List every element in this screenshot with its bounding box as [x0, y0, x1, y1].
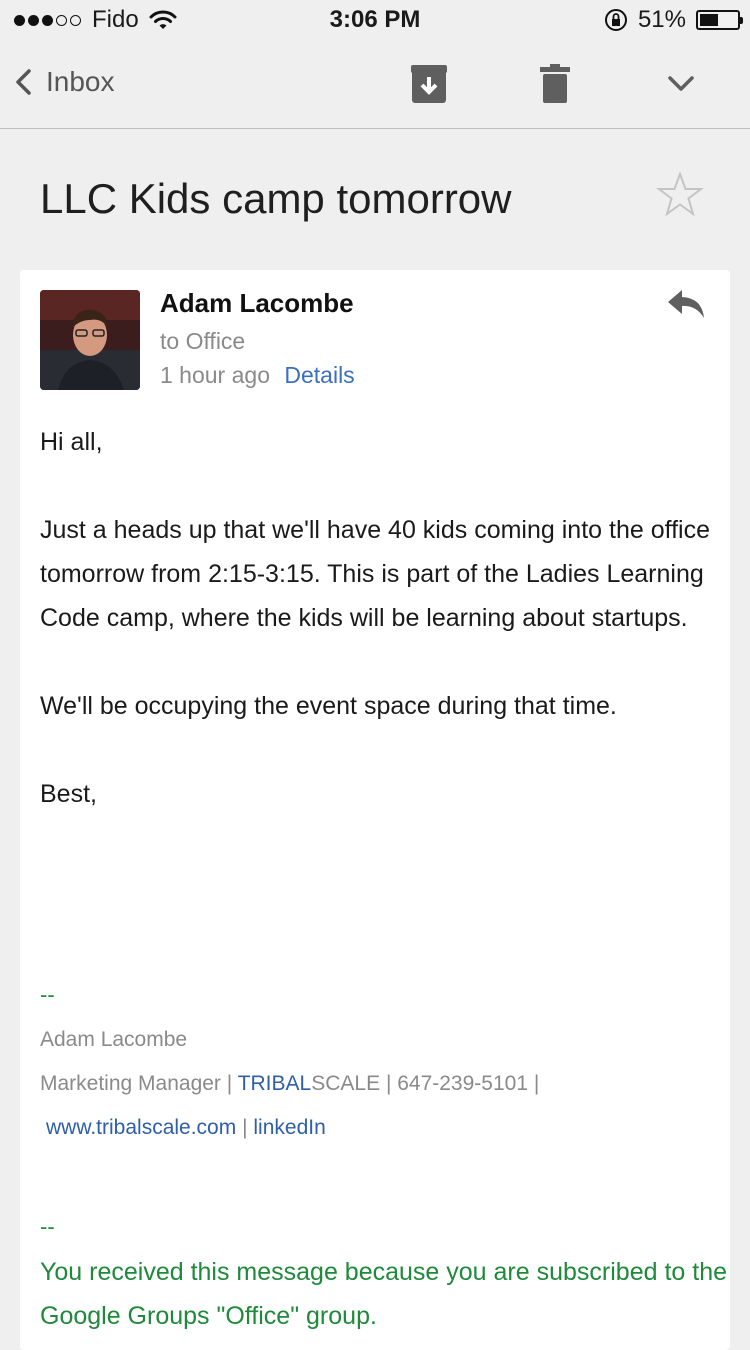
group-footer-text: You received this message because you ar… — [40, 1258, 727, 1330]
time-ago: 1 hour ago — [160, 362, 270, 388]
battery-area: 51% — [604, 6, 743, 34]
company-name-part2: SCALE — [311, 1072, 381, 1095]
star-icon[interactable] — [656, 172, 704, 218]
company-name-part1: TRIBAL — [237, 1072, 312, 1095]
back-label: Inbox — [46, 66, 115, 97]
website-link[interactable]: www.tribalscale.com — [46, 1116, 236, 1139]
battery-percent: 51% — [637, 6, 686, 33]
navigation-bar: Inbox — [0, 40, 750, 129]
signature-title: Marketing Manager | — [40, 1072, 233, 1095]
status-bar: Fido 3:06 PM 51% — [0, 0, 750, 40]
archive-icon[interactable] — [410, 64, 448, 104]
details-link[interactable]: Details — [284, 362, 354, 388]
link-separator: | — [242, 1116, 248, 1139]
body-paragraph: We'll be occupying the event space durin… — [40, 692, 617, 720]
message-body: Hi all, Just a heads up that we'll have … — [40, 420, 720, 816]
signature-separator: -- — [40, 982, 55, 1007]
message-meta: 1 hour ago Details — [160, 362, 355, 389]
footer-separator: -- — [40, 1214, 55, 1239]
orientation-lock-icon — [604, 9, 627, 31]
body-paragraph: Just a heads up that we'll have 40 kids … — [40, 516, 710, 632]
avatar[interactable] — [40, 290, 140, 390]
closing: Best, — [40, 780, 97, 808]
linkedin-link[interactable]: linkedIn — [253, 1116, 325, 1139]
battery-icon — [696, 10, 743, 30]
reply-icon[interactable] — [666, 288, 706, 320]
signature-name: Adam Lacombe — [40, 1028, 188, 1051]
message-card: Adam Lacombe to Office 1 hour ago Detail… — [20, 270, 730, 1350]
chevron-left-icon — [16, 69, 31, 95]
back-to-inbox-button[interactable]: Inbox — [14, 66, 115, 98]
greeting: Hi all, — [40, 428, 103, 456]
signature-links: www.tribalscale.com | linkedIn — [46, 1116, 326, 1140]
sender-name: Adam Lacombe — [160, 288, 354, 318]
avatar-photo — [40, 290, 140, 390]
signature-title-line: Marketing Manager | TRIBALSCALE | 647-23… — [40, 1072, 539, 1096]
signature-phone: | 647-239-5101 | — [385, 1072, 540, 1095]
recipient-label: to Office — [160, 328, 246, 354]
email-subject: LLC Kids camp tomorrow — [40, 175, 512, 222]
chevron-down-icon[interactable] — [668, 76, 694, 92]
trash-icon[interactable] — [540, 64, 570, 104]
